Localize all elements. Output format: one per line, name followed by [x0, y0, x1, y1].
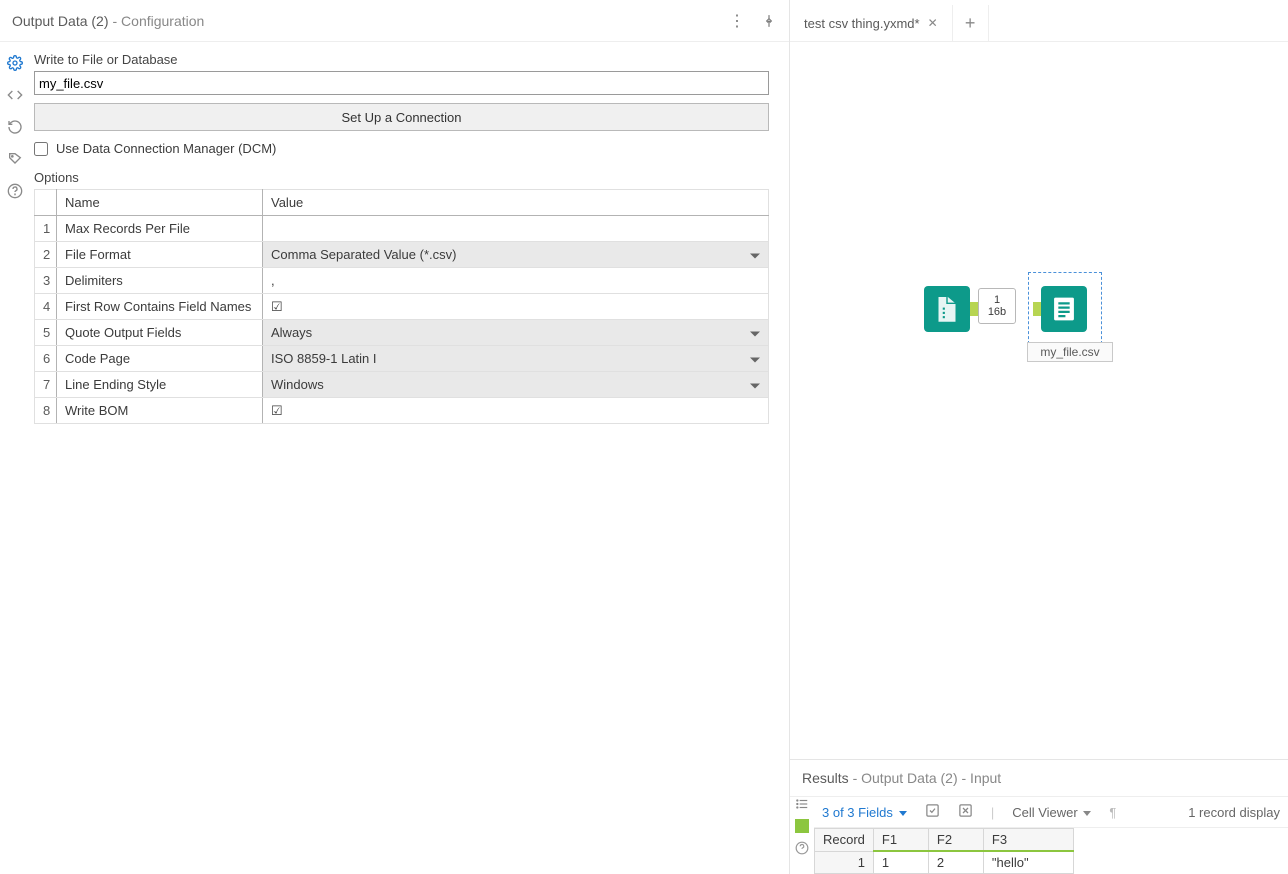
gear-icon[interactable]: [6, 54, 24, 72]
option-name: Quote Output Fields: [57, 320, 263, 346]
option-name: Max Records Per File: [57, 216, 263, 242]
option-value[interactable]: ☑: [263, 294, 769, 320]
results-col-f2[interactable]: F2: [928, 829, 983, 852]
col-value: Value: [263, 190, 769, 216]
workflow-canvas[interactable]: 1 16b my_file.csv: [790, 42, 1288, 759]
connection-info[interactable]: 1 16b: [978, 288, 1016, 324]
input-anchor-icon[interactable]: [795, 819, 809, 833]
options-table: Name Value 1Max Records Per File2File Fo…: [34, 189, 769, 424]
pin-icon[interactable]: [759, 11, 779, 31]
config-side-tabs: [0, 42, 30, 874]
results-col-f1[interactable]: F1: [873, 829, 928, 852]
kebab-menu-icon[interactable]: ⋮: [727, 11, 747, 31]
code-icon[interactable]: [6, 86, 24, 104]
config-title: Output Data (2): [12, 13, 109, 29]
col-name: Name: [57, 190, 263, 216]
write-label: Write to File or Database: [34, 52, 769, 67]
check-icon[interactable]: [925, 803, 940, 821]
results-header: Results - Output Data (2) - Input: [790, 760, 1288, 797]
fields-dropdown[interactable]: 3 of 3 Fields: [822, 805, 907, 820]
input-data-tool[interactable]: [924, 286, 970, 332]
option-name: Code Page: [57, 346, 263, 372]
option-value[interactable]: [263, 216, 769, 242]
setup-connection-button[interactable]: Set Up a Connection: [34, 103, 769, 131]
tag-icon[interactable]: [6, 150, 24, 168]
record-count-label: 1 record display: [1188, 805, 1280, 820]
dcm-label: Use Data Connection Manager (DCM): [56, 141, 276, 156]
workflow-tab-bar: test csv thing.yxmd* ✕ +: [790, 0, 1288, 42]
option-name: Line Ending Style: [57, 372, 263, 398]
refresh-icon[interactable]: [6, 118, 24, 136]
config-header: Output Data (2) - Configuration ⋮: [0, 0, 789, 42]
options-label: Options: [34, 170, 769, 185]
option-value[interactable]: ISO 8859-1 Latin I: [263, 346, 769, 372]
list-icon[interactable]: [795, 797, 809, 811]
pilcrow-icon[interactable]: ¶: [1109, 805, 1116, 820]
option-value[interactable]: Always: [263, 320, 769, 346]
option-value[interactable]: Comma Separated Value (*.csv): [263, 242, 769, 268]
results-toolbar: 3 of 3 Fields | Cell Viewer ¶: [814, 797, 1288, 828]
help-small-icon[interactable]: [795, 841, 809, 855]
close-icon[interactable]: ✕: [928, 16, 938, 30]
help-icon[interactable]: [6, 182, 24, 200]
new-tab-button[interactable]: +: [953, 5, 989, 41]
results-row[interactable]: 1 1 2 "hello": [815, 851, 1074, 874]
output-tool-label: my_file.csv: [1027, 342, 1113, 362]
results-col-record[interactable]: Record: [815, 829, 874, 852]
option-value[interactable]: ☑: [263, 398, 769, 424]
option-value[interactable]: ,: [263, 268, 769, 294]
results-col-f3[interactable]: F3: [983, 829, 1073, 852]
option-name: Write BOM: [57, 398, 263, 424]
dcm-checkbox[interactable]: [34, 142, 48, 156]
config-subtitle: - Configuration: [113, 13, 205, 29]
close-box-icon[interactable]: [958, 803, 973, 821]
results-table[interactable]: Record F1 F2 F3 1 1 2 "hello": [814, 828, 1074, 874]
workflow-tab[interactable]: test csv thing.yxmd* ✕: [790, 5, 953, 41]
option-value[interactable]: Windows: [263, 372, 769, 398]
option-name: File Format: [57, 242, 263, 268]
output-data-tool[interactable]: [1041, 286, 1087, 332]
tab-label: test csv thing.yxmd*: [804, 16, 920, 31]
file-path-input[interactable]: [34, 71, 769, 95]
option-name: First Row Contains Field Names: [57, 294, 263, 320]
option-name: Delimiters: [57, 268, 263, 294]
results-side-icons: [790, 797, 814, 874]
cell-viewer-dropdown[interactable]: Cell Viewer: [1012, 805, 1091, 820]
